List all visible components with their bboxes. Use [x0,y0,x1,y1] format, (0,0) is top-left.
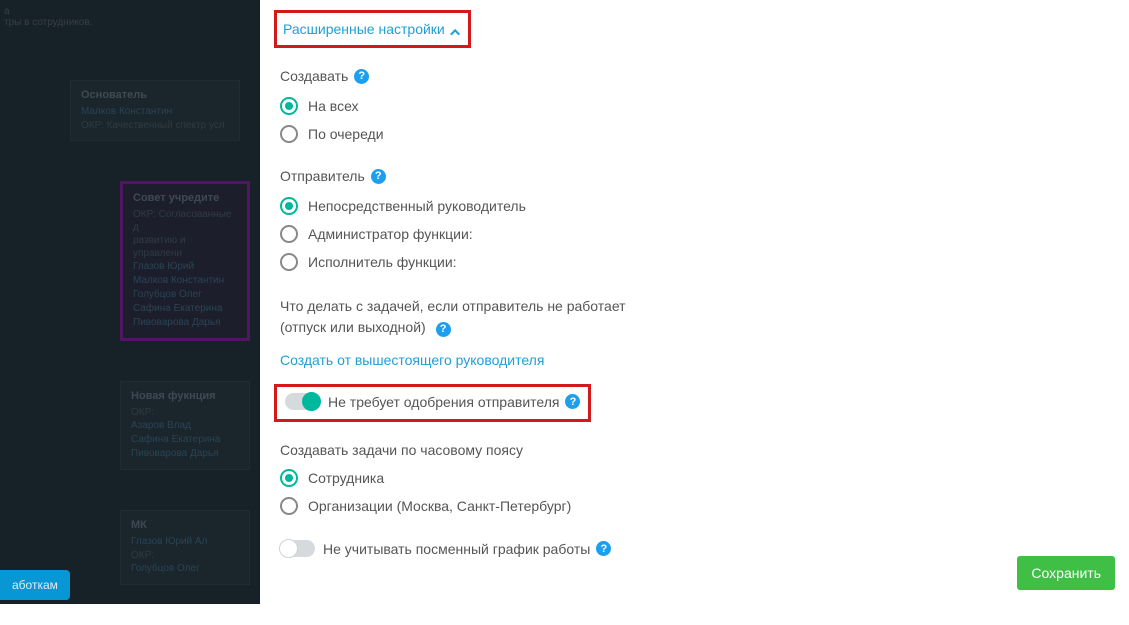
radio-tz-org-label: Организации (Москва, Санкт-Петербург) [308,498,571,514]
help-icon[interactable]: ? [436,322,451,337]
radio-sender-direct[interactable]: Непосредственный руководитель [280,192,1111,220]
section-create: Создавать ? На всех По очереди [280,68,1111,148]
bg-mk-title: МК [131,519,239,531]
bg-board-name: Пивоварова Дарья [133,316,237,330]
dimmed-backdrop: а тры в сотрудников. Основатель Малков К… [0,0,260,604]
bg-bottom-button[interactable]: аботкам [0,570,70,600]
fallback-desc: Что делать с задачей, если отправитель н… [280,296,660,338]
bg-func-name: Пивоварова Дарья [131,447,239,461]
radio-create-queue-label: По очереди [308,126,384,142]
tz-title: Создавать задачи по часовому поясу [280,442,1111,458]
section-create-title: Создавать ? [280,68,1111,84]
radio-create-all-label: На всех [308,98,359,114]
bg-board-name: Малков Константин [133,274,237,288]
bg-card-func: Новая фукнция ОКР: Азаров Влад Сафина Ек… [120,381,250,470]
radio-sender-exec[interactable]: Исполнитель функции: [280,248,1111,276]
sender-title-text: Отправитель [280,168,365,184]
settings-panel: Расширенные настройки Создавать ? На все… [260,0,1129,604]
radio-icon [280,225,298,243]
section-fallback: Что делать с задачей, если отправитель н… [280,296,1111,368]
bg-mk-sub: Голубцов Олег [131,562,239,576]
radio-icon [280,469,298,487]
toggle-shift-label: Не учитывать посменный график работы [323,541,590,557]
backdrop-line1: а [4,6,256,17]
bg-bottom-button-label: аботкам [12,578,58,592]
bg-mk-name: Глазов Юрий Ал [131,535,239,549]
bg-board-name: Сафина Екатерина [133,302,237,316]
radio-tz-employee-label: Сотрудника [308,470,384,486]
radio-icon [280,497,298,515]
bg-mk-okr: ОКР: [131,549,239,562]
section-timezone: Создавать задачи по часовому поясу Сотру… [280,442,1111,520]
toggle-no-approval-label: Не требует одобрения отправителя [328,394,559,410]
radio-create-all[interactable]: На всех [280,92,1111,120]
bg-founder-okr: ОКР: Качественный спектр усл [81,119,229,132]
backdrop-topstrip: а тры в сотрудников. [0,0,260,40]
advanced-settings-label: Расширенные настройки [283,21,445,37]
toggle-no-approval[interactable] [285,393,320,410]
bg-board-title: Совет учредите [133,192,237,204]
section-sender: Отправитель ? Непосредственный руководит… [280,168,1111,276]
bg-func-title: Новая фукнция [131,390,239,402]
radio-icon [280,253,298,271]
radio-sender-admin[interactable]: Администратор функции: [280,220,1111,248]
radio-sender-admin-label: Администратор функции: [308,226,473,242]
radio-icon [280,97,298,115]
bg-func-name: Сафина Екатерина [131,433,239,447]
bg-board-name: Глазов Юрий [133,260,237,274]
bg-card-founder: Основатель Малков Константин ОКР: Качест… [70,80,240,141]
radio-tz-employee[interactable]: Сотрудника [280,464,1111,492]
help-icon[interactable]: ? [596,541,611,556]
highlight-no-approval: Не требует одобрения отправителя ? [274,384,591,422]
chevron-up-icon [450,29,460,39]
highlight-advanced: Расширенные настройки [274,10,471,48]
radio-tz-org[interactable]: Организации (Москва, Санкт-Петербург) [280,492,1111,520]
radio-sender-direct-label: Непосредственный руководитель [308,198,526,214]
bg-func-name: Азаров Влад [131,419,239,433]
fallback-action-link[interactable]: Создать от вышестоящего руководителя [280,352,544,368]
toggle-shift[interactable] [280,540,315,557]
section-no-approval: Не требует одобрения отправителя ? [280,384,1111,422]
radio-icon [280,197,298,215]
bg-founder-name: Малков Константин [81,105,229,119]
help-icon[interactable]: ? [565,394,580,409]
backdrop-line2: тры в сотрудников. [4,17,256,28]
radio-icon [280,125,298,143]
tz-title-text: Создавать задачи по часовому поясу [280,442,523,458]
section-shift: Не учитывать посменный график работы ? [280,540,1111,557]
bg-founder-title: Основатель [81,89,229,101]
advanced-settings-toggle[interactable]: Расширенные настройки [283,15,462,43]
help-icon[interactable]: ? [371,169,386,184]
radio-create-queue[interactable]: По очереди [280,120,1111,148]
bg-card-mk: МК Глазов Юрий Ал ОКР: Голубцов Олег [120,510,250,585]
save-button[interactable]: Сохранить [1017,556,1115,590]
help-icon[interactable]: ? [354,69,369,84]
bg-board-name: Голубцов Олег [133,288,237,302]
section-sender-title: Отправитель ? [280,168,1111,184]
radio-sender-exec-label: Исполнитель функции: [308,254,457,270]
fallback-desc-text: Что делать с задачей, если отправитель н… [280,298,626,335]
create-title-text: Создавать [280,68,348,84]
bg-board-okr: ОКР: Согласованные д развитию и управлен… [133,208,237,260]
bg-card-board: Совет учредите ОКР: Согласованные д разв… [120,181,250,341]
bg-func-okr: ОКР: [131,406,239,419]
